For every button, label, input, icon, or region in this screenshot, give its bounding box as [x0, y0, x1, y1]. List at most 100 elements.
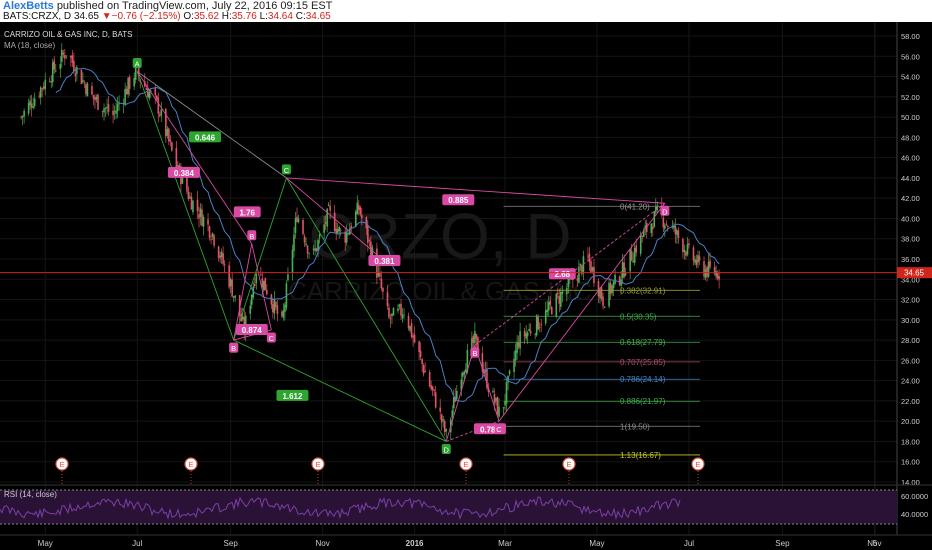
candle-body	[555, 293, 558, 317]
candle-body	[107, 104, 110, 112]
candle-body	[576, 278, 579, 281]
candle-body	[397, 308, 399, 312]
candle-body	[291, 249, 294, 274]
candle-body	[281, 311, 283, 317]
candle-body	[529, 330, 532, 334]
candle-body	[716, 273, 719, 279]
candle-body	[146, 88, 149, 98]
candle-body	[272, 304, 274, 313]
candle-body	[560, 292, 562, 307]
candle-body	[270, 294, 273, 305]
candle-body	[293, 234, 295, 251]
event-label: E	[59, 460, 64, 469]
pattern-point-label: C	[284, 166, 290, 175]
candle-body	[704, 269, 707, 278]
candle-body	[528, 328, 530, 332]
y-tick-label: 52.00	[901, 93, 920, 102]
pattern-point-label: B	[249, 232, 254, 241]
ma-legend[interactable]: MA (18, close)	[4, 41, 55, 50]
candle-body	[97, 94, 99, 110]
candle-body	[95, 96, 98, 100]
candle-body	[623, 262, 625, 278]
candle-body	[588, 253, 591, 263]
candle-body	[686, 244, 689, 255]
candle-body	[674, 225, 677, 235]
series-legend[interactable]: CARRIZO OIL & GAS INC, D, BATS	[4, 30, 132, 39]
candle-body	[546, 309, 549, 313]
candle-body	[250, 294, 253, 305]
candle-body	[113, 111, 116, 113]
ratio-label: 1.76	[239, 208, 255, 217]
candle-body	[455, 391, 458, 400]
ratio-label: 0.885	[448, 196, 469, 205]
candle-body	[80, 69, 83, 85]
candle-body	[431, 386, 434, 391]
candle-body	[318, 234, 321, 238]
price-axis[interactable]: 58.00 56.00 54.00 52.00 50.00 48.00 46.00 44.00…	[901, 32, 920, 487]
candle-body	[253, 283, 256, 286]
rsi-legend[interactable]: RSI (14, close)	[4, 490, 57, 499]
candle-body	[154, 88, 157, 96]
candle-body	[602, 296, 604, 306]
candle-body	[145, 88, 148, 90]
price-chart[interactable]: CRZO, D CARRIZO OIL & GAS INC 0.382(32.9…	[0, 0, 932, 550]
candle-body	[685, 251, 687, 256]
y-tick-label: 36.00	[901, 255, 920, 264]
candle-body	[424, 371, 426, 373]
pattern-point-label: D	[444, 445, 450, 454]
candle-body	[85, 84, 87, 95]
candle-body	[51, 62, 54, 83]
candle-body	[38, 95, 40, 97]
candle-body	[275, 301, 277, 307]
candle-body	[71, 55, 74, 63]
candle-body	[199, 208, 202, 217]
candle-body	[492, 390, 494, 393]
candle-body	[276, 305, 279, 315]
fib-label: 0.5(30.35)	[620, 312, 657, 321]
candle-body	[264, 277, 267, 291]
candle-body	[525, 333, 527, 339]
y-tick-label: 16.00	[901, 458, 920, 467]
candle-body	[445, 429, 448, 432]
candle-body	[590, 261, 592, 273]
candle-body	[433, 389, 435, 391]
fib-label: 0.382(32.91)	[620, 286, 666, 295]
candle-body	[303, 236, 306, 243]
candle-body	[354, 211, 357, 227]
candle-body	[255, 273, 258, 284]
candle-body	[64, 55, 66, 59]
candle-body	[48, 81, 51, 83]
candle-body	[709, 260, 711, 268]
x-tick-label: May	[589, 539, 604, 548]
candle-body	[677, 230, 680, 238]
candle-body	[537, 317, 539, 330]
candle-body	[591, 267, 594, 271]
candle-body	[217, 246, 220, 258]
candle-body	[561, 291, 564, 294]
rsi-tick-60: 60.0000	[901, 492, 928, 501]
candle-body	[498, 406, 500, 417]
candle-body	[407, 315, 410, 329]
candle-body	[171, 142, 173, 151]
candle-body	[465, 369, 467, 373]
y-tick-label: 40.00	[901, 214, 920, 223]
candle-body	[612, 281, 615, 288]
candle-body	[621, 262, 624, 279]
candle-body	[29, 100, 31, 106]
candle-body	[249, 305, 252, 314]
pattern-point-label: C	[269, 334, 275, 343]
candle-body	[667, 225, 669, 228]
candle-body	[620, 279, 622, 286]
candle-body	[323, 224, 325, 233]
candle-body	[703, 261, 705, 277]
candle-body	[496, 397, 499, 416]
ratio-label: 0.646	[195, 133, 216, 142]
candle-body	[190, 196, 193, 210]
candle-body	[124, 88, 126, 106]
candle-body	[44, 79, 47, 90]
chart-screenshot: { "header": { "user": "AlexBetts", "publ…	[0, 0, 932, 550]
candle-body	[361, 215, 363, 219]
candle-body	[662, 217, 665, 228]
candle-body	[327, 204, 330, 206]
candle-body	[556, 292, 559, 295]
